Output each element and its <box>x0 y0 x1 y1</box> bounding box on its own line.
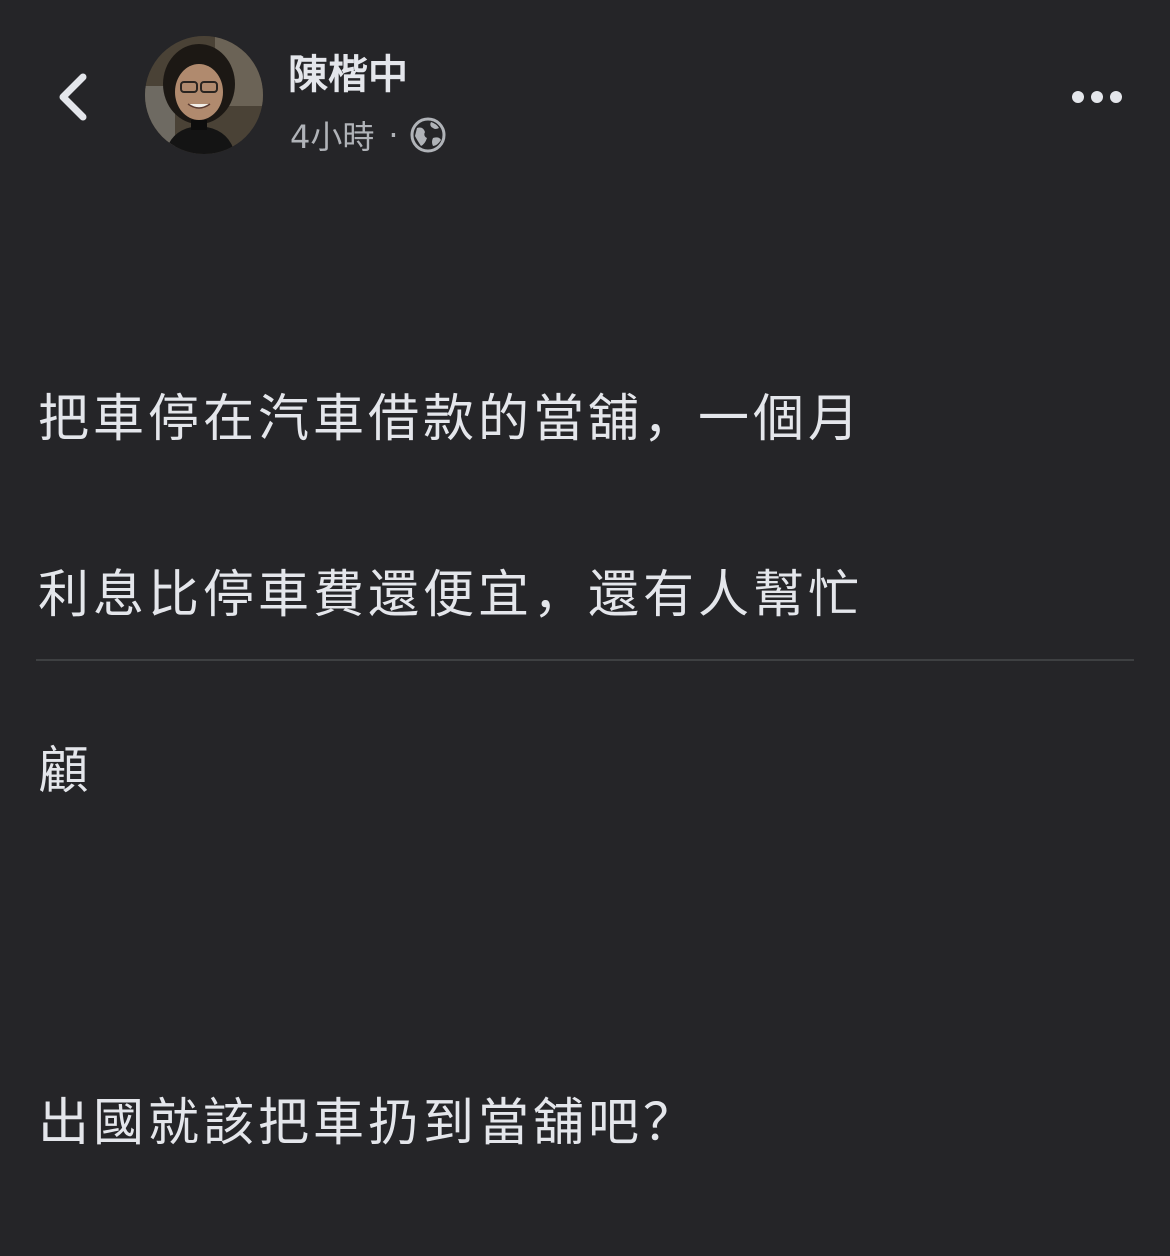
post-text-line-2: 利息比停車費還便宜，還有人幫忙 <box>38 566 864 625</box>
post-text-paragraph-1: 把車停在汽車借款的當舖，一個月 利息比停車費還便宜，還有人幫忙 顧 <box>38 288 1138 904</box>
avatar-image <box>145 36 263 154</box>
more-horizontal-icon <box>1072 91 1122 103</box>
avatar[interactable] <box>145 36 263 154</box>
meta-separator: · <box>388 116 399 154</box>
back-button[interactable] <box>44 62 100 132</box>
post-text-line-1: 把車停在汽車借款的當舖，一個月 <box>38 390 864 449</box>
post-text-line-3: 顧 <box>38 742 94 801</box>
globe-icon[interactable] <box>409 116 447 154</box>
post-timestamp[interactable]: 4小時 <box>290 112 374 158</box>
post-body: 把車停在汽車借款的當舖，一個月 利息比停車費還便宜，還有人幫忙 顧 出國就該把車… <box>38 200 1138 1256</box>
divider <box>36 659 1134 661</box>
post-view: 陳楷中 4小時 · 把車停在汽車借款的當舖，一個月 利息比停車費還便宜，還有人幫… <box>0 0 1170 1153</box>
post-text-paragraph-2: 出國就該把車扔到當舖吧？ <box>38 1094 699 1153</box>
post-meta: 4小時 · <box>290 112 447 158</box>
chevron-left-icon <box>59 73 87 121</box>
author-name[interactable]: 陳楷中 <box>288 50 408 100</box>
more-options-button[interactable] <box>1062 72 1132 122</box>
